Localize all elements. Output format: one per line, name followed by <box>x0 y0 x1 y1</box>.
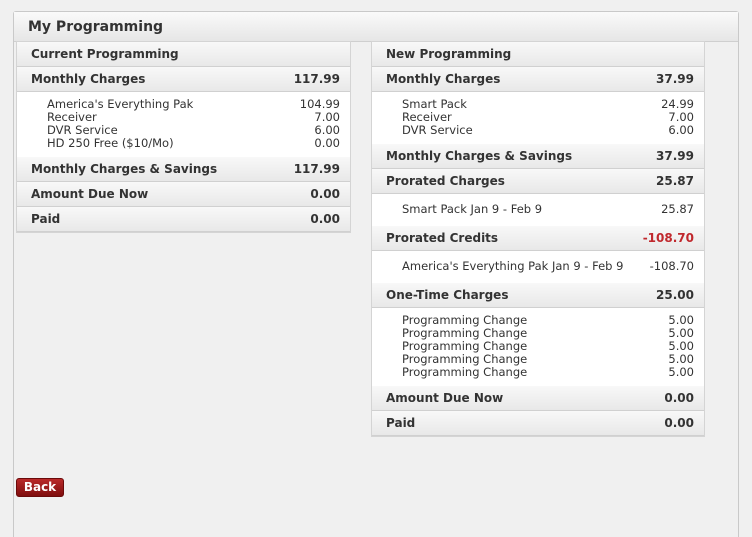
new-monthly-charges-label: Monthly Charges <box>386 72 501 86</box>
current-monthly-charges-amount: 117.99 <box>293 72 340 86</box>
new-amount-due-label: Amount Due Now <box>386 391 504 405</box>
one-time-charges-list: Programming Change 5.00 Programming Chan… <box>372 308 704 386</box>
item-name: DVR Service <box>402 123 473 137</box>
item-amount: 0.00 <box>314 136 340 150</box>
new-programming-title-label: New Programming <box>386 47 512 61</box>
current-programming-title-label: Current Programming <box>31 47 179 61</box>
current-items-list: America's Everything Pak 104.99 Receiver… <box>17 92 350 157</box>
new-paid-label: Paid <box>386 416 416 430</box>
prorated-charges-row: Prorated Charges 25.87 <box>372 169 704 194</box>
prorated-charges-list: Smart Pack Jan 9 - Feb 9 25.87 <box>372 194 704 226</box>
current-monthly-charges-row: Monthly Charges 117.99 <box>17 67 350 92</box>
current-paid-label: Paid <box>31 212 61 226</box>
prorated-credits-row: Prorated Credits -108.70 <box>372 226 704 251</box>
item-name: America's Everything Pak Jan 9 - Feb 9 <box>402 259 624 273</box>
item-amount: -108.70 <box>649 259 694 273</box>
one-time-charges-label: One-Time Charges <box>386 288 509 302</box>
current-amount-due-row: Amount Due Now 0.00 <box>17 182 350 207</box>
current-paid-row: Paid 0.00 <box>17 207 350 232</box>
new-paid-amount: 0.00 <box>664 416 694 430</box>
new-programming-title: New Programming <box>372 42 704 67</box>
item-name: Programming Change <box>402 365 528 379</box>
list-item: America's Everything Pak Jan 9 - Feb 9 -… <box>402 260 694 273</box>
current-amount-due-amount: 0.00 <box>310 187 340 201</box>
item-name: HD 250 Free ($10/Mo) <box>47 136 174 150</box>
new-savings-row: Monthly Charges & Savings 37.99 <box>372 144 704 169</box>
prorated-credits-label: Prorated Credits <box>386 231 499 245</box>
new-amount-due-amount: 0.00 <box>664 391 694 405</box>
new-savings-amount: 37.99 <box>656 149 694 163</box>
page-title: My Programming <box>14 12 738 42</box>
list-item: Programming Change 5.00 <box>402 366 694 379</box>
list-item: HD 250 Free ($10/Mo) 0.00 <box>47 137 340 150</box>
current-amount-due-label: Amount Due Now <box>31 187 149 201</box>
item-amount: 6.00 <box>668 123 694 137</box>
current-programming-panel: Current Programming Monthly Charges 117.… <box>16 41 351 233</box>
new-paid-row: Paid 0.00 <box>372 411 704 436</box>
current-monthly-charges-label: Monthly Charges <box>31 72 146 86</box>
current-savings-amount: 117.99 <box>293 162 340 176</box>
item-name: Smart Pack Jan 9 - Feb 9 <box>402 202 543 216</box>
current-programming-title: Current Programming <box>17 42 350 67</box>
new-savings-label: Monthly Charges & Savings <box>386 149 573 163</box>
one-time-charges-amount: 25.00 <box>656 288 694 302</box>
new-monthly-charges-amount: 37.99 <box>656 72 694 86</box>
new-items-list: Smart Pack 24.99 Receiver 7.00 DVR Servi… <box>372 92 704 144</box>
current-savings-row: Monthly Charges & Savings 117.99 <box>17 157 350 182</box>
prorated-credits-list: America's Everything Pak Jan 9 - Feb 9 -… <box>372 251 704 283</box>
prorated-credits-amount: -108.70 <box>642 231 694 245</box>
back-button[interactable]: Back <box>16 478 64 497</box>
current-savings-label: Monthly Charges & Savings <box>31 162 218 176</box>
item-amount: 5.00 <box>668 365 694 379</box>
new-programming-panel: New Programming Monthly Charges 37.99 Sm… <box>371 41 705 437</box>
current-paid-amount: 0.00 <box>310 212 340 226</box>
item-amount: 25.87 <box>661 202 694 216</box>
prorated-charges-label: Prorated Charges <box>386 174 505 188</box>
list-item: DVR Service 6.00 <box>402 124 694 137</box>
prorated-charges-amount: 25.87 <box>656 174 694 188</box>
new-amount-due-row: Amount Due Now 0.00 <box>372 386 704 411</box>
one-time-charges-row: One-Time Charges 25.00 <box>372 283 704 308</box>
new-monthly-charges-row: Monthly Charges 37.99 <box>372 67 704 92</box>
list-item: Smart Pack Jan 9 - Feb 9 25.87 <box>402 203 694 216</box>
